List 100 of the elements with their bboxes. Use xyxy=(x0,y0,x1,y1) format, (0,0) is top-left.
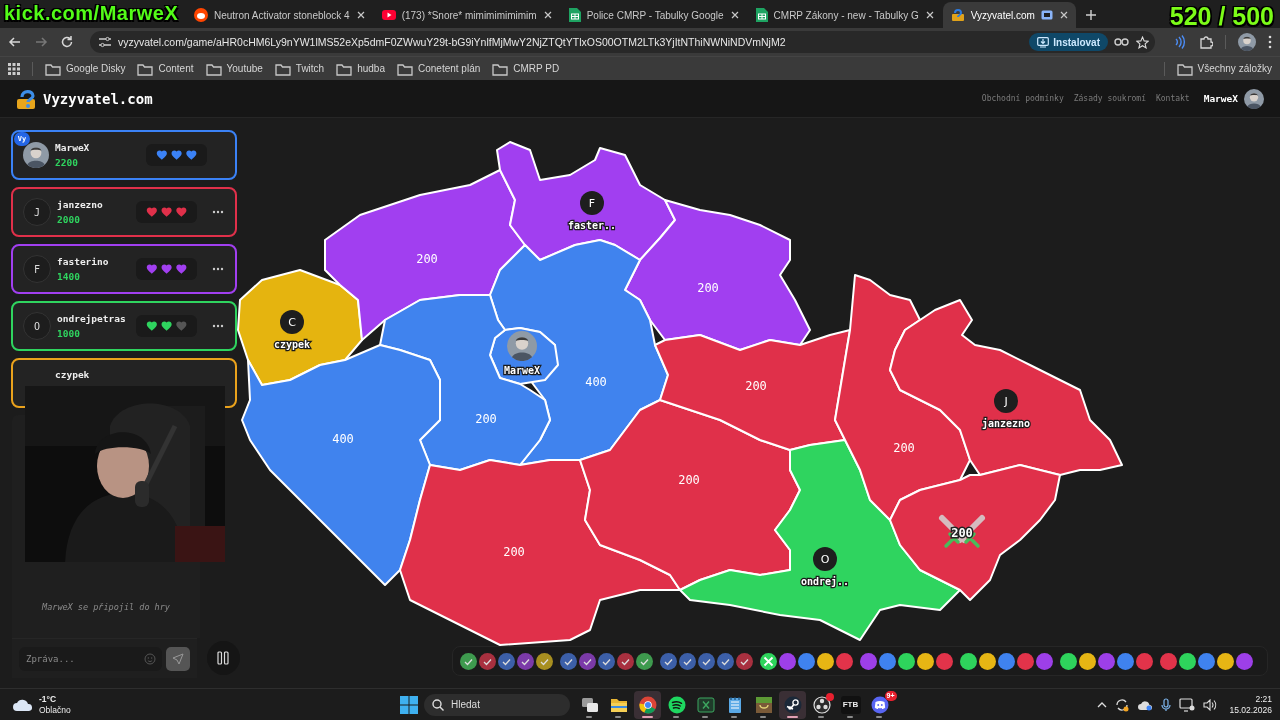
player-token[interactable]: F xyxy=(580,191,604,215)
network-icon[interactable] xyxy=(1179,697,1196,712)
pause-button[interactable] xyxy=(206,641,240,675)
region-value: 200 xyxy=(678,473,700,487)
site-info-icon[interactable] xyxy=(98,36,112,48)
bookmark-folder[interactable]: Youtube xyxy=(205,61,263,76)
site-logo-icon xyxy=(950,8,965,22)
browser-tab[interactable]: (173) *Snore* mimimimimimim xyxy=(373,2,560,28)
player-label: MarweX xyxy=(503,365,541,376)
folder-icon xyxy=(397,61,413,76)
all-bookmarks-button[interactable]: Všechny záložky xyxy=(1176,61,1272,76)
player-score: 2200 xyxy=(55,157,79,168)
more-icon[interactable] xyxy=(212,324,224,328)
install-button[interactable]: Instalovat xyxy=(1029,33,1108,51)
bookmark-folder[interactable]: hudba xyxy=(336,61,385,76)
bookmark-folder[interactable]: Content xyxy=(137,61,194,76)
send-button[interactable] xyxy=(165,646,190,671)
cast-icon[interactable] xyxy=(1173,35,1187,49)
video-icon xyxy=(381,8,396,22)
notification-dot-icon xyxy=(825,692,834,701)
map-region[interactable] xyxy=(834,274,971,521)
search-field[interactable]: Hledat xyxy=(424,693,570,716)
weather-text: Oblačno xyxy=(39,704,71,716)
site-logo-text[interactable]: Vyzyvatel.com xyxy=(43,90,153,107)
player-label: faster.. xyxy=(567,220,617,231)
player-name: czypek xyxy=(55,369,91,380)
folder-icon xyxy=(45,61,61,76)
volume-icon[interactable] xyxy=(1203,698,1218,711)
more-icon[interactable] xyxy=(212,210,224,214)
player-token[interactable]: J xyxy=(994,389,1018,413)
more-menu-icon[interactable] xyxy=(1268,35,1272,49)
user-avatar-icon[interactable] xyxy=(1244,88,1264,109)
taskbar-app[interactable] xyxy=(634,690,661,719)
footer-link[interactable]: Obchodní podmínky xyxy=(981,94,1064,103)
close-icon[interactable] xyxy=(729,10,740,20)
player-avatar-icon[interactable] xyxy=(507,331,537,362)
boxed-x-icon xyxy=(696,696,715,713)
map-region[interactable] xyxy=(624,199,811,351)
taskbar-app[interactable] xyxy=(779,690,806,719)
reload-icon[interactable] xyxy=(60,35,74,49)
browser-tab[interactable]: CMRP Zákony - new - Tabulky G xyxy=(747,2,942,28)
bookmark-folder[interactable]: Conetent plán xyxy=(397,61,481,76)
region-value: 200 xyxy=(745,379,767,393)
clock[interactable]: 2:21 15.02.2026 xyxy=(1229,693,1272,716)
footer-link[interactable]: Kontakt xyxy=(1155,94,1190,103)
cloud-storage-icon[interactable] xyxy=(1137,698,1154,711)
player-token[interactable]: C xyxy=(280,310,304,334)
message-field[interactable]: Zpráva... xyxy=(19,646,162,671)
folder-icon xyxy=(609,696,628,713)
map-region[interactable] xyxy=(889,299,1123,476)
spreadsheet-icon xyxy=(755,8,768,22)
browser-icon xyxy=(638,695,657,714)
pause-icon xyxy=(217,651,230,665)
bookmark-folder[interactable]: CMRP PD xyxy=(492,61,560,76)
close-icon[interactable] xyxy=(355,10,366,20)
close-icon[interactable] xyxy=(924,10,935,20)
install-icon xyxy=(1037,36,1050,48)
more-icon[interactable] xyxy=(212,267,224,271)
player-name: MarweX xyxy=(55,142,91,153)
profile-avatar-icon[interactable] xyxy=(1238,33,1256,51)
player-initial: J xyxy=(23,198,51,226)
channel-overlay-text: kick.com/MarweX xyxy=(4,2,179,25)
extensions-icon[interactable] xyxy=(1199,35,1213,49)
map-region[interactable] xyxy=(324,169,526,341)
map-region[interactable] xyxy=(496,141,676,261)
folder-icon xyxy=(336,61,353,76)
music-app-icon xyxy=(667,695,686,714)
player-token[interactable]: O xyxy=(813,547,837,571)
player-initial: F xyxy=(23,255,51,283)
bookmark-folder[interactable]: Twitch xyxy=(274,61,325,76)
map-region[interactable] xyxy=(399,459,681,646)
key-icon[interactable] xyxy=(1114,37,1130,47)
microphone-icon[interactable] xyxy=(1161,697,1172,712)
sync-icon[interactable] xyxy=(1115,697,1130,712)
bookmark-star-icon[interactable] xyxy=(1136,35,1149,49)
browser-tab[interactable]: Police CMRP - Tabulky Google xyxy=(560,2,747,28)
new-tab-icon[interactable] xyxy=(1084,9,1097,21)
browser-tab[interactable]: Neutron Activator stoneblock 4 xyxy=(186,2,373,28)
address-bar[interactable]: vyzyvatel.com/game/aHR0cHM6Ly9nYW1lMS52eXp5dmF0ZWwuY29t-bG9iYnlfMjMwY2NjZTQtYTlxOS00OTM2LTk3YjItNThiNWNiNDVmNjM2 Instalovat xyxy=(90,31,1155,53)
folder-icon xyxy=(137,61,154,76)
close-icon[interactable] xyxy=(1058,10,1069,20)
start-icon[interactable] xyxy=(400,695,418,714)
spreadsheet-icon xyxy=(568,8,581,22)
region-value: 400 xyxy=(332,432,354,446)
player-label: ondrej.. xyxy=(800,576,850,587)
player-score: 1000 xyxy=(57,328,81,339)
screen-share-icon xyxy=(1040,10,1053,20)
bookmark-folder[interactable]: Google Disky xyxy=(45,61,126,76)
footer-link[interactable]: Zásady soukromí xyxy=(1073,94,1146,103)
close-icon[interactable] xyxy=(542,10,553,20)
user-name: MarweX xyxy=(1203,93,1238,104)
send-icon xyxy=(171,652,184,665)
region-value: 200 xyxy=(475,412,497,426)
apps-grid-icon[interactable] xyxy=(8,62,20,75)
browser-tab[interactable]: Vyzyvatel.com xyxy=(942,2,1076,28)
forward-icon[interactable] xyxy=(34,35,48,49)
taskbar-app[interactable]: FTB xyxy=(837,690,864,719)
chevron-up-icon[interactable] xyxy=(1097,701,1108,708)
back-icon[interactable] xyxy=(8,35,22,49)
map-region[interactable] xyxy=(889,464,1061,601)
